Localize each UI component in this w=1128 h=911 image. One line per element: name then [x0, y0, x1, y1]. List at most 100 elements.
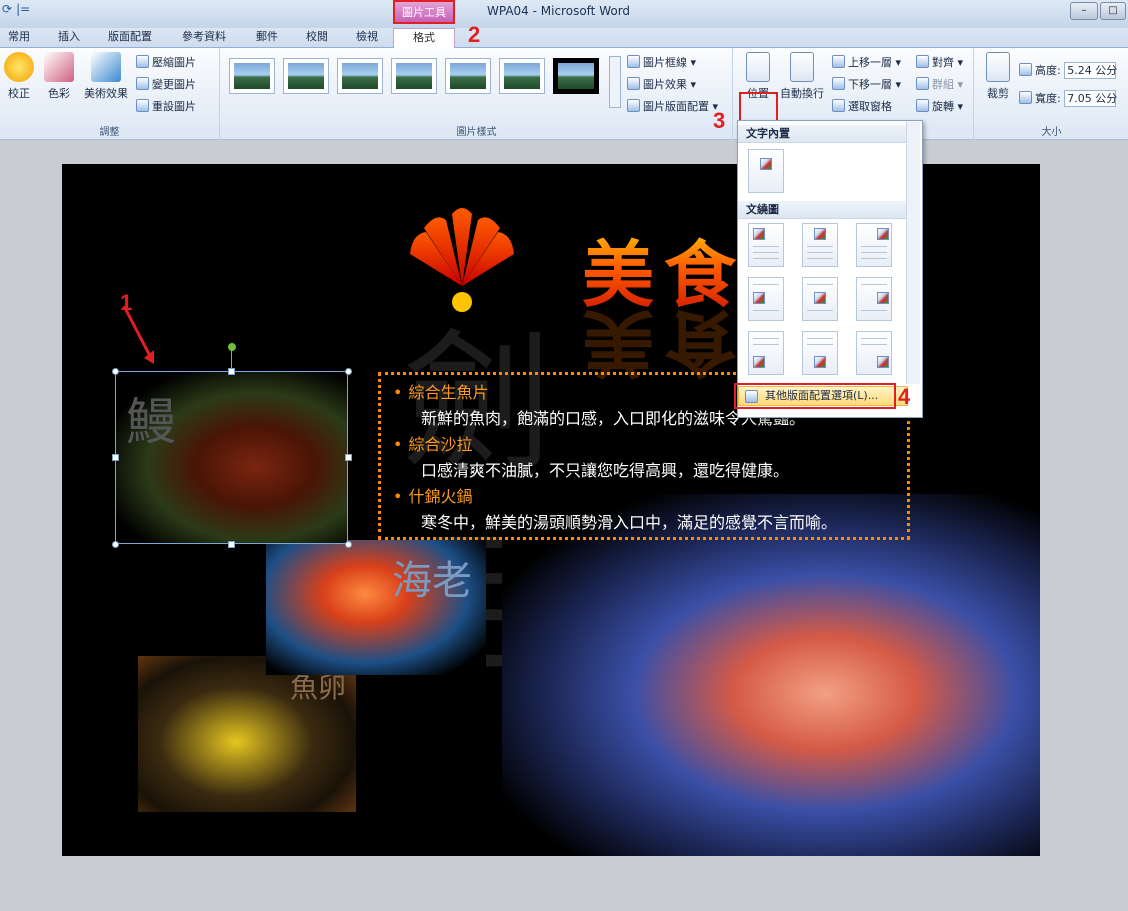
picture-style-3[interactable] [337, 58, 383, 94]
tab-references[interactable]: 參考資料 [178, 28, 230, 48]
height-row: 高度: 5.24 公分 [1019, 62, 1117, 80]
dropdown-scrollbar[interactable] [906, 122, 920, 384]
compress-pictures-button[interactable]: 壓縮圖片 [136, 54, 196, 72]
picture-border-button[interactable]: 圖片框線 ▾ [627, 54, 696, 72]
position-top-center[interactable] [802, 223, 838, 267]
bring-forward-label: 上移一層 [848, 56, 892, 69]
tab-format[interactable]: 格式 [393, 28, 455, 49]
layout-icon [627, 99, 640, 112]
tab-home[interactable]: 常用 [4, 28, 34, 48]
resize-handle-l[interactable] [112, 454, 119, 461]
wrap-text-button[interactable]: 自動換行 [780, 52, 824, 101]
title-bar: ⟳ |= 圖片工具 WPA04 - Microsoft Word – □ [0, 0, 1128, 28]
picture-style-6[interactable] [499, 58, 545, 94]
correct-button[interactable]: 校正 [2, 52, 36, 101]
shrimp-sushi-photo[interactable]: 海老 [266, 540, 486, 675]
picture-style-1[interactable] [229, 58, 275, 94]
wrap-text-header: 文繞圖 [738, 201, 908, 219]
styles-gallery-scroll[interactable] [609, 56, 621, 108]
selection-frame [115, 371, 348, 544]
position-top-left[interactable] [748, 223, 784, 267]
effects-label: 圖片效果 [643, 78, 687, 91]
position-bottom-left[interactable] [748, 331, 784, 375]
change-picture-button[interactable]: 變更圖片 [136, 76, 196, 94]
size-group: 裁剪 高度: 5.24 公分 寬度: 7.05 公分 大小 [975, 48, 1128, 140]
picture-effects-button[interactable]: 圖片效果 ▾ [627, 76, 696, 94]
rotate-button[interactable]: 旋轉 ▾ [916, 98, 963, 116]
position-bottom-center[interactable] [802, 331, 838, 375]
roe-sushi-photo[interactable]: 魚卵 [138, 656, 356, 812]
tab-view[interactable]: 檢視 [352, 28, 382, 48]
resize-handle-t[interactable] [228, 368, 235, 375]
bring-forward-button[interactable]: 上移一層 ▾ [832, 54, 901, 72]
annotation-box-more-options [734, 383, 896, 409]
selection-pane-label: 選取窗格 [848, 100, 892, 113]
change-picture-icon [136, 77, 149, 90]
picture-style-5[interactable] [445, 58, 491, 94]
undo-icon[interactable]: ⟳ [2, 2, 12, 20]
width-input[interactable]: 7.05 公分 [1064, 90, 1117, 107]
tab-review[interactable]: 校閱 [302, 28, 332, 48]
rotate-label: 旋轉 [932, 100, 954, 113]
position-middle-right[interactable] [856, 277, 892, 321]
selection-pane-button[interactable]: 選取窗格 [832, 98, 892, 116]
picture-style-7[interactable] [553, 58, 599, 94]
bullet-1: • 綜合生魚片 [393, 383, 489, 402]
picture-tools-context-group: 圖片工具 [393, 0, 455, 24]
height-input[interactable]: 5.24 公分 [1064, 62, 1117, 79]
sashimi-photo[interactable] [502, 494, 1040, 856]
bring-forward-icon [832, 55, 845, 68]
layout-label: 圖片版面配置 [643, 100, 709, 113]
position-inline-option[interactable] [748, 149, 784, 193]
customize-qat-icon[interactable]: |= [16, 2, 30, 20]
align-icon [916, 55, 929, 68]
annotation-1: 1 [120, 290, 133, 315]
rotate-icon [916, 99, 929, 112]
rotation-handle[interactable] [228, 343, 236, 351]
resize-handle-b[interactable] [228, 541, 235, 548]
size-group-label: 大小 [1041, 127, 1062, 138]
correct-label: 校正 [8, 87, 30, 100]
crop-label: 裁剪 [987, 87, 1009, 100]
resize-handle-bl[interactable] [112, 541, 119, 548]
send-backward-button[interactable]: 下移一層 ▾ [832, 76, 901, 94]
tab-insert[interactable]: 插入 [54, 28, 84, 48]
align-button[interactable]: 對齊 ▾ [916, 54, 963, 72]
tab-mailings[interactable]: 郵件 [252, 28, 282, 48]
ribbon: 校正 色彩 美術效果 壓縮圖片 變更圖片 重設圖片 調整 圖片框線 ▾ 圖片效果… [0, 48, 1128, 152]
position-icon [746, 52, 770, 82]
crop-icon [986, 52, 1010, 82]
minimize-button[interactable]: – [1070, 2, 1098, 20]
send-backward-label: 下移一層 [848, 78, 892, 91]
resize-handle-br[interactable] [345, 541, 352, 548]
resize-handle-r[interactable] [345, 454, 352, 461]
position-bottom-right[interactable] [856, 331, 892, 375]
maximize-button[interactable]: □ [1100, 2, 1126, 20]
quick-access-toolbar: ⟳ |= [2, 2, 30, 20]
picture-styles-group-label: 圖片樣式 [456, 127, 497, 138]
picture-layout-button[interactable]: 圖片版面配置 ▾ [627, 98, 718, 116]
annotation-4: 4 [898, 384, 911, 409]
resize-handle-tr[interactable] [345, 368, 352, 375]
crop-button[interactable]: 裁剪 [981, 52, 1015, 101]
bullet-2-desc: 口感清爽不油膩，不只讓您吃得高興，還吃得健康。 [421, 461, 790, 480]
annotation-3: 3 [713, 108, 726, 133]
reset-picture-button[interactable]: 重設圖片 [136, 98, 196, 116]
artistic-effects-button[interactable]: 美術效果 [80, 52, 132, 101]
artistic-label: 美術效果 [84, 87, 128, 100]
group-button[interactable]: 群組 ▾ [916, 76, 963, 94]
position-middle-center[interactable] [802, 277, 838, 321]
picture-style-4[interactable] [391, 58, 437, 94]
width-label: 寬度: [1035, 92, 1061, 105]
color-icon [44, 52, 74, 82]
group-icon [916, 77, 929, 90]
sun-icon [4, 52, 34, 82]
picture-style-2[interactable] [283, 58, 329, 94]
tab-page-layout[interactable]: 版面配置 [104, 28, 156, 48]
bullet-3-head: 什錦火鍋 [408, 487, 473, 506]
inline-with-text-header: 文字內置 [738, 125, 908, 143]
pencil-icon [627, 55, 640, 68]
position-middle-left[interactable] [748, 277, 784, 321]
position-top-right[interactable] [856, 223, 892, 267]
color-button[interactable]: 色彩 [42, 52, 76, 101]
